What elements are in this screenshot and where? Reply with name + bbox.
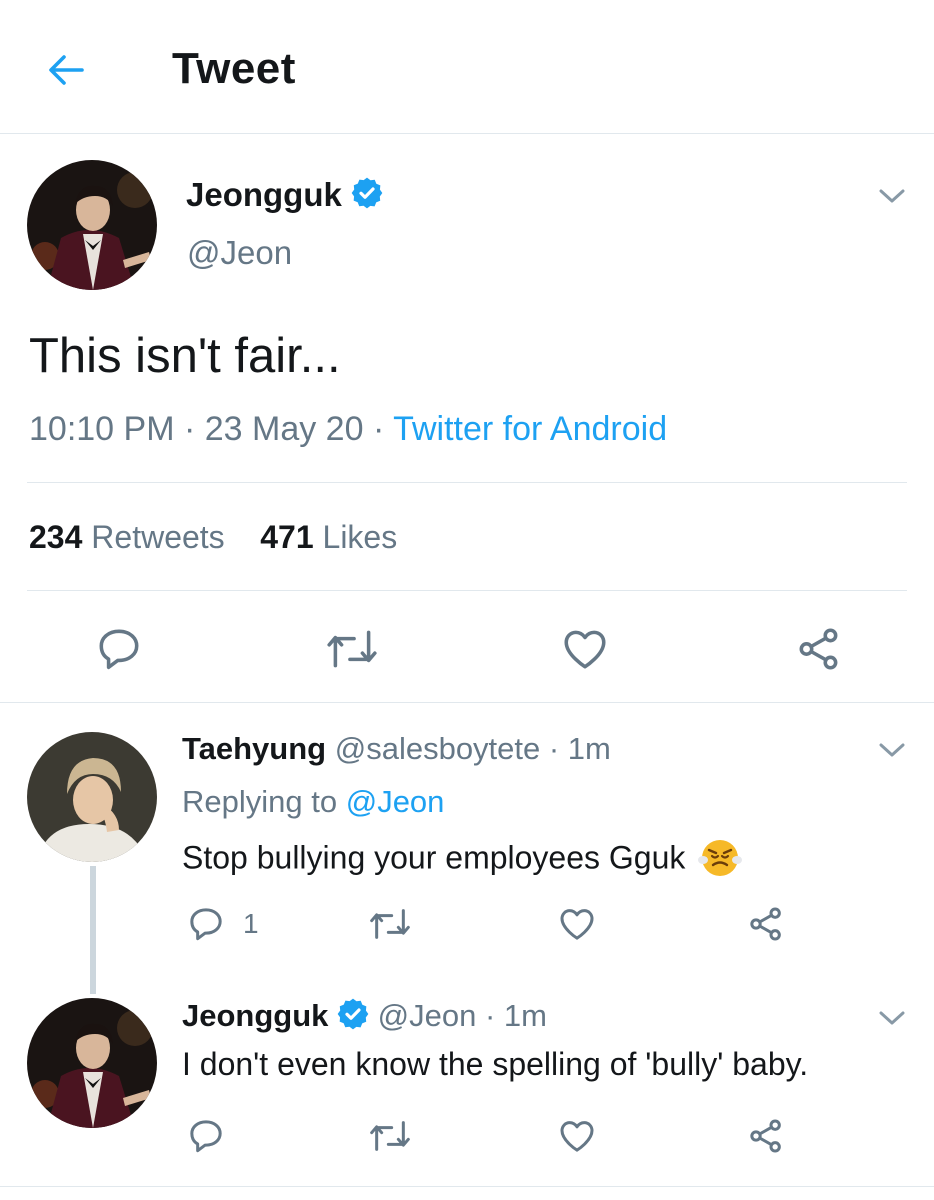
avatar[interactable]	[27, 160, 157, 290]
tweet-text: This isn't fair...	[29, 329, 341, 383]
author-handle-time[interactable]: @salesboytete · 1m	[335, 731, 611, 766]
avatar[interactable]	[27, 998, 157, 1128]
tweet-metadata: 10:10 PM · 23 May 20 · Twitter for Andro…	[29, 410, 667, 449]
author-name[interactable]: Jeongguk	[182, 998, 328, 1033]
likes-label: Likes	[322, 519, 398, 555]
divider	[0, 1186, 934, 1187]
retweet-icon[interactable]	[325, 624, 379, 679]
retweets-count: 234	[29, 519, 83, 555]
retweets-stat[interactable]: 234 Retweets	[29, 519, 225, 555]
retweet-icon[interactable]	[368, 904, 412, 949]
top-bar: Tweet	[0, 0, 934, 134]
divider	[27, 590, 907, 591]
likes-count: 471	[260, 519, 314, 555]
chevron-down-icon[interactable]	[876, 1002, 908, 1034]
reply-header: Taehyung @salesboytete · 1m	[182, 731, 611, 767]
reply-count: 1	[243, 908, 259, 939]
share-icon[interactable]	[746, 904, 786, 949]
reply-header: Jeongguk @Jeon · 1m	[182, 998, 547, 1038]
divider	[0, 702, 934, 703]
share-icon[interactable]	[746, 1116, 786, 1161]
back-arrow-icon[interactable]	[44, 48, 88, 92]
author-handle-time[interactable]: @Jeon · 1m	[378, 998, 547, 1033]
like-icon[interactable]	[560, 624, 610, 679]
reply-text: I don't even know the spelling of 'bully…	[182, 1046, 809, 1082]
likes-stat[interactable]: 471 Likes	[260, 519, 397, 555]
retweets-label: Retweets	[91, 519, 225, 555]
like-icon[interactable]	[557, 1116, 597, 1161]
avatar[interactable]	[27, 732, 157, 862]
retweet-icon[interactable]	[368, 1116, 412, 1161]
author-handle[interactable]: @Jeon	[187, 234, 292, 272]
like-icon[interactable]	[557, 904, 597, 949]
page-title: Tweet	[172, 44, 296, 93]
replying-to: Replying to @Jeon	[182, 784, 444, 820]
tweet-timestamp: 10:10 PM · 23 May 20 ·	[29, 410, 394, 448]
engagement-stats: 234 Retweets 471 Likes	[29, 519, 397, 556]
verified-badge-icon	[337, 998, 369, 1038]
author-name[interactable]: Jeongguk	[186, 176, 383, 217]
chevron-down-icon[interactable]	[876, 734, 908, 766]
author-name-text: Jeongguk	[186, 176, 342, 213]
reply-icon[interactable]	[94, 624, 144, 679]
share-icon[interactable]	[794, 624, 844, 679]
mention-link[interactable]: @Jeon	[346, 784, 445, 819]
divider	[27, 482, 907, 483]
reply-text: Stop bullying your employees Gguk	[182, 834, 743, 886]
verified-badge-icon	[351, 177, 383, 217]
reply-text-content: Stop bullying your employees Gguk	[182, 839, 686, 876]
replying-label: Replying to	[182, 784, 346, 819]
thread-connector	[90, 866, 96, 994]
tweet-source-link[interactable]: Twitter for Android	[393, 410, 667, 448]
angry-face-emoji-icon	[698, 834, 743, 886]
reply-icon[interactable]	[186, 1116, 226, 1161]
author-name[interactable]: Taehyung	[182, 731, 326, 766]
reply-icon[interactable]	[186, 904, 226, 949]
chevron-down-icon[interactable]	[876, 180, 908, 212]
